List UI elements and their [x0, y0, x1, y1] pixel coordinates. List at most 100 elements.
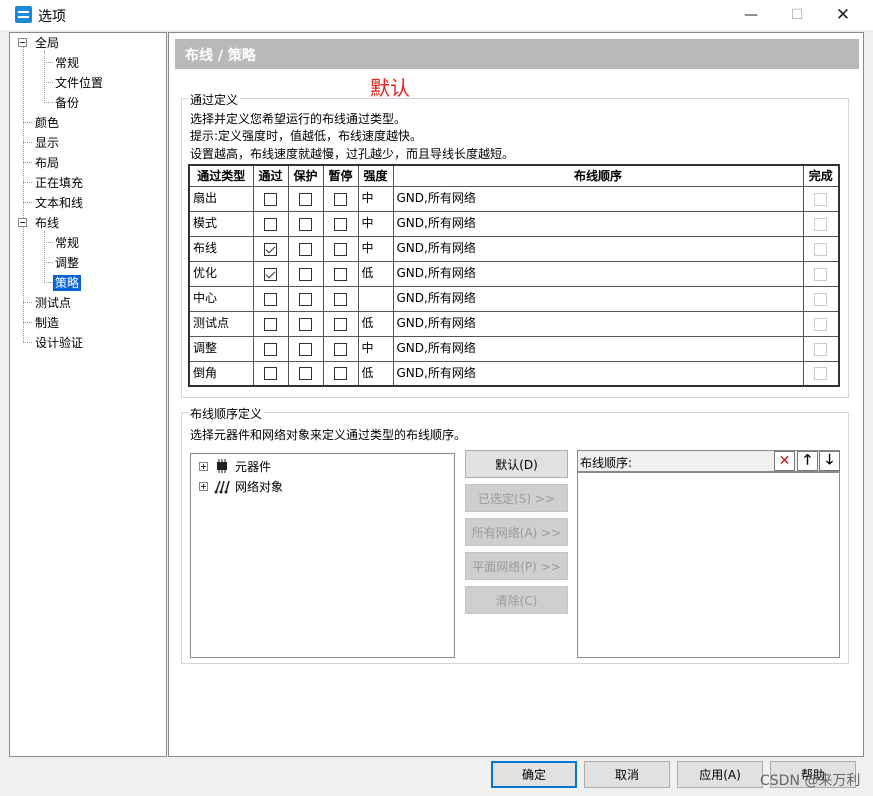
- move-up-icon[interactable]: 🡑: [797, 451, 818, 471]
- column-header-pause[interactable]: 暂停: [322, 164, 359, 187]
- column-header-type[interactable]: 通过类型: [188, 164, 254, 187]
- table-row[interactable]: 优化 低 GND,所有网络: [188, 260, 840, 287]
- routing-order-cell[interactable]: GND,所有网络: [392, 210, 804, 237]
- strength-cell[interactable]: [357, 285, 394, 312]
- collapse-icon[interactable]: [18, 218, 27, 227]
- tree-item-routing-general[interactable]: 常规: [53, 235, 81, 251]
- column-header-complete[interactable]: 完成: [802, 164, 840, 187]
- tree-item-file-locations[interactable]: 文件位置: [53, 75, 105, 91]
- ok-button[interactable]: 确定: [491, 761, 577, 788]
- complete-checkbox[interactable]: [814, 267, 828, 281]
- table-row[interactable]: 模式 中 GND,所有网络: [188, 210, 840, 237]
- selected-button[interactable]: 已选定(S) >>: [465, 484, 568, 512]
- complete-checkbox[interactable]: [814, 292, 828, 306]
- column-header-order[interactable]: 布线顺序: [392, 164, 804, 187]
- table-row[interactable]: 测试点 低 GND,所有网络: [188, 310, 840, 337]
- routing-order-cell[interactable]: GND,所有网络: [392, 235, 804, 262]
- default-button[interactable]: 默认(D): [465, 450, 568, 478]
- options-tree[interactable]: 全局 常规 文件位置 备份 颜色 显示 布局 正在填充 文本和线 布线 常规 调…: [9, 32, 167, 757]
- pass-checkbox[interactable]: [264, 242, 277, 256]
- routing-order-cell[interactable]: GND,所有网络: [392, 335, 804, 362]
- close-button[interactable]: ✕: [820, 0, 866, 30]
- delete-icon[interactable]: ✕: [774, 451, 795, 471]
- object-tree[interactable]: 元器件 网络对象: [190, 453, 455, 658]
- routing-order-cell[interactable]: GND,所有网络: [392, 360, 804, 387]
- tree-item-text-lines[interactable]: 文本和线: [33, 195, 85, 211]
- tree-item-display[interactable]: 显示: [33, 135, 61, 151]
- tree-item-backup[interactable]: 备份: [53, 95, 81, 111]
- expand-icon[interactable]: [199, 482, 208, 491]
- table-row[interactable]: 倒角 低 GND,所有网络: [188, 360, 840, 387]
- pause-checkbox[interactable]: [334, 367, 347, 381]
- table-row[interactable]: 布线 中 GND,所有网络: [188, 235, 840, 262]
- plane-nets-button[interactable]: 平面网络(P) >>: [465, 552, 568, 580]
- expand-icon[interactable]: [199, 462, 208, 471]
- tree-item-design-verify[interactable]: 设计验证: [33, 335, 85, 351]
- strength-cell[interactable]: 中: [357, 235, 394, 262]
- tree-item-strategy[interactable]: 策略: [53, 275, 82, 291]
- column-header-strength[interactable]: 强度: [357, 164, 394, 187]
- protect-checkbox[interactable]: [299, 342, 312, 356]
- protect-checkbox[interactable]: [299, 267, 312, 281]
- pause-checkbox[interactable]: [334, 192, 347, 206]
- pass-checkbox[interactable]: [264, 342, 277, 356]
- strength-cell[interactable]: 中: [357, 210, 394, 237]
- protect-checkbox[interactable]: [299, 242, 312, 256]
- strength-cell[interactable]: 中: [357, 335, 394, 362]
- column-header-protect[interactable]: 保护: [287, 164, 324, 187]
- tree-item-manufacturing[interactable]: 制造: [33, 315, 61, 331]
- pass-checkbox[interactable]: [264, 367, 277, 381]
- pause-checkbox[interactable]: [334, 217, 347, 231]
- complete-checkbox[interactable]: [814, 192, 828, 206]
- strength-cell[interactable]: 低: [357, 310, 394, 337]
- tree-item-net-objects[interactable]: 网络对象: [235, 478, 283, 495]
- strength-cell[interactable]: 低: [357, 260, 394, 287]
- pause-checkbox[interactable]: [334, 242, 347, 256]
- table-row[interactable]: 调整 中 GND,所有网络: [188, 335, 840, 362]
- routing-order-cell[interactable]: GND,所有网络: [392, 285, 804, 312]
- tree-item-components[interactable]: 元器件: [235, 458, 271, 475]
- tree-item-adjust[interactable]: 调整: [53, 255, 81, 271]
- tree-item-global-general[interactable]: 常规: [53, 55, 81, 71]
- tree-item-colors[interactable]: 颜色: [33, 115, 61, 131]
- complete-checkbox[interactable]: [814, 367, 828, 381]
- tree-item-global[interactable]: 全局: [33, 35, 61, 51]
- routing-order-cell[interactable]: GND,所有网络: [392, 260, 804, 287]
- complete-checkbox[interactable]: [814, 217, 828, 231]
- pause-checkbox[interactable]: [334, 342, 347, 356]
- column-header-pass[interactable]: 通过: [252, 164, 289, 187]
- apply-button[interactable]: 应用(A): [677, 761, 763, 788]
- pass-checkbox[interactable]: [264, 192, 277, 206]
- pause-checkbox[interactable]: [334, 267, 347, 281]
- tree-item-routing[interactable]: 布线: [33, 215, 61, 231]
- all-nets-button[interactable]: 所有网络(A) >>: [465, 518, 568, 546]
- pass-checkbox[interactable]: [264, 317, 277, 331]
- clear-button[interactable]: 清除(C): [465, 586, 568, 614]
- tree-item-test-points[interactable]: 测试点: [33, 295, 73, 311]
- protect-checkbox[interactable]: [299, 317, 312, 331]
- pass-checkbox[interactable]: [264, 217, 277, 231]
- strength-cell[interactable]: 低: [357, 360, 394, 387]
- pause-checkbox[interactable]: [334, 292, 347, 306]
- tree-item-filling[interactable]: 正在填充: [33, 175, 85, 191]
- routing-order-cell[interactable]: GND,所有网络: [392, 310, 804, 337]
- pass-checkbox[interactable]: [264, 267, 277, 281]
- routing-order-list[interactable]: [577, 472, 840, 658]
- tree-item-layout[interactable]: 布局: [33, 155, 61, 171]
- routing-order-cell[interactable]: GND,所有网络: [392, 185, 804, 212]
- protect-checkbox[interactable]: [299, 292, 312, 306]
- cancel-button[interactable]: 取消: [584, 761, 670, 788]
- complete-checkbox[interactable]: [814, 242, 828, 256]
- table-row[interactable]: 中心 GND,所有网络: [188, 285, 840, 312]
- complete-checkbox[interactable]: [814, 342, 828, 356]
- protect-checkbox[interactable]: [299, 192, 312, 206]
- maximize-button[interactable]: ☐: [774, 0, 820, 30]
- strength-cell[interactable]: 中: [357, 185, 394, 212]
- pass-checkbox[interactable]: [264, 292, 277, 306]
- minimize-button[interactable]: —: [728, 0, 774, 30]
- move-down-icon[interactable]: 🡓: [819, 451, 840, 471]
- complete-checkbox[interactable]: [814, 317, 828, 331]
- protect-checkbox[interactable]: [299, 367, 312, 381]
- table-row[interactable]: 扇出 中 GND,所有网络: [188, 185, 840, 212]
- pause-checkbox[interactable]: [334, 317, 347, 331]
